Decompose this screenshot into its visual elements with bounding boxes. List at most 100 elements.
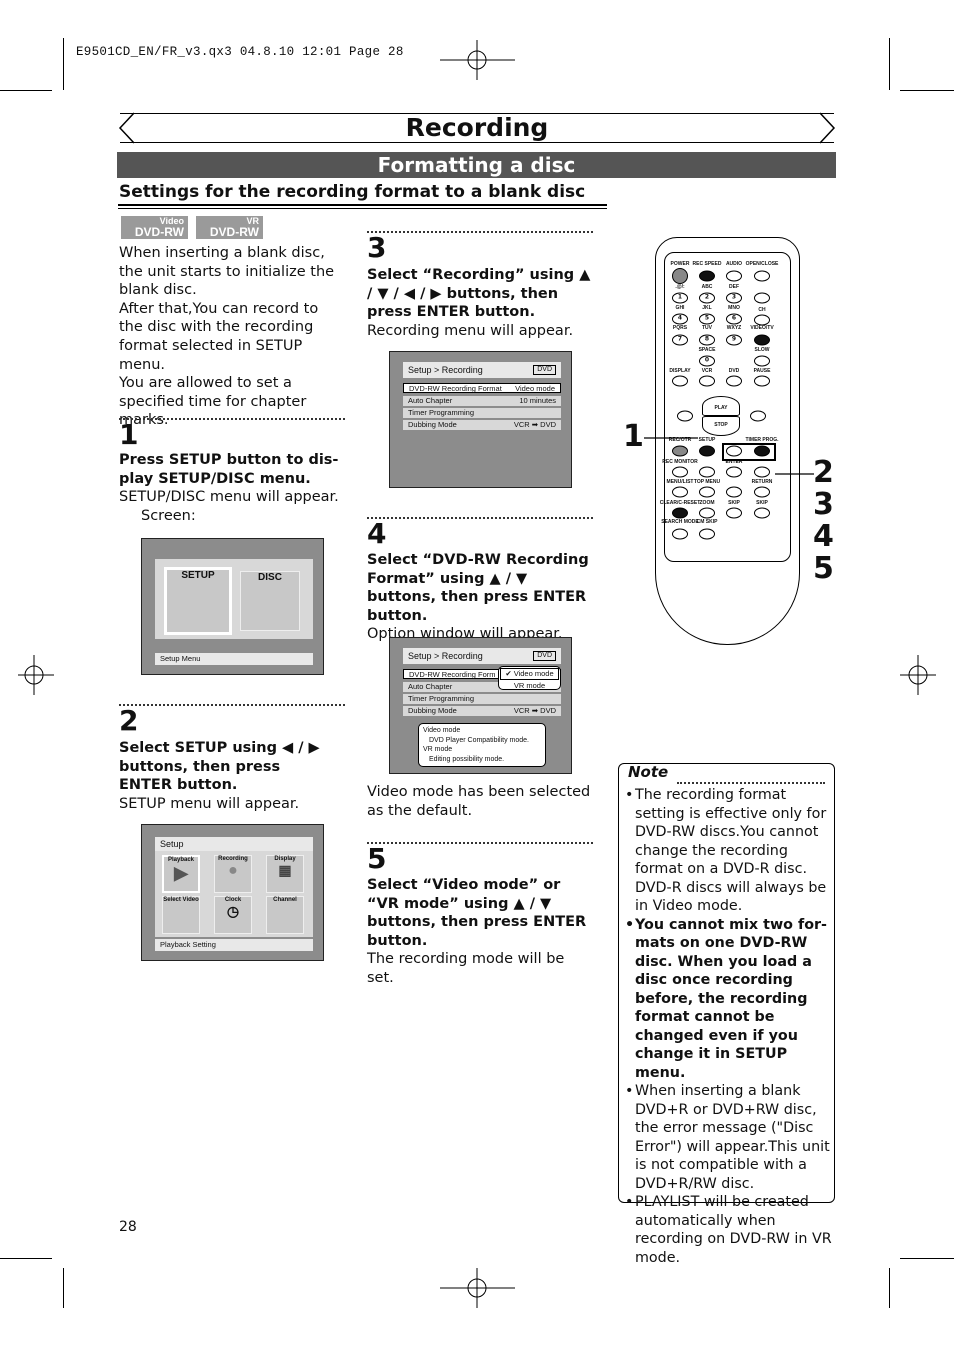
step-number: 1 [119, 418, 139, 451]
playback-tile: Playback ▶ [162, 855, 200, 893]
remote-key-button[interactable]: 5 [699, 313, 715, 325]
display-button[interactable] [672, 375, 688, 387]
registration-mark [440, 1268, 515, 1308]
help-box: Video mode DVD Player Compatibility mode.… [418, 723, 546, 767]
remote-label: ABC [701, 284, 713, 290]
remote-label: CM SKIP [696, 519, 718, 525]
dvd-rw-video-logo: Video DVD-RW [121, 216, 188, 239]
remote-key-button[interactable]: 1 [672, 292, 688, 304]
video-tv-button[interactable] [754, 334, 770, 346]
crop-mark [900, 1258, 954, 1259]
step-1: Press SETUP button to dis-play SETUP/DIS… [119, 452, 339, 524]
fast-forward-button[interactable] [750, 410, 766, 422]
remote-key-button[interactable]: 6 [726, 313, 742, 325]
recording-menu-screen: Setup > Recording DVD DVD-RW Recording Fo… [389, 351, 572, 488]
menu-row-format[interactable]: DVD-RW Recording Format Video mode [403, 383, 561, 393]
divider [367, 231, 593, 233]
callout-5: 5 [813, 551, 834, 586]
step-number: 4 [367, 517, 387, 550]
default-note: Video mode has been selected as the defa… [367, 784, 591, 819]
remote-label: AUDIO [725, 261, 743, 267]
slow-button[interactable] [754, 355, 770, 367]
remote-label: SPACE [698, 347, 716, 353]
option-window-screen: Setup > Recording DVD DVD-RW Recording Fo… [389, 637, 572, 774]
audio-button[interactable] [726, 270, 742, 282]
section-title: Formatting a disc [117, 152, 836, 178]
menu-row-auto-chapter[interactable]: Auto Chapter 10 minutes [403, 396, 561, 406]
vcr-button[interactable] [699, 375, 715, 387]
open-close-button[interactable] [754, 270, 770, 282]
clear-button[interactable] [672, 507, 688, 519]
remote-label: PAUSE [753, 368, 771, 374]
crop-mark [0, 1258, 52, 1259]
rec-speed-button[interactable] [699, 270, 715, 282]
callout-2: 2 [813, 455, 834, 490]
menu-list-button[interactable] [672, 486, 688, 498]
step-3: Select “Recording” using ▲ / ▼ / ◀ / ▶ b… [367, 267, 591, 339]
ch-down-button[interactable] [754, 314, 770, 326]
setup-disc-screen: SETUP DISC Setup Menu [141, 538, 324, 675]
remote-label: MNO [728, 305, 740, 311]
divider [119, 704, 345, 706]
crop-mark [889, 1268, 890, 1308]
callout-lines [644, 437, 814, 475]
callout-1: 1 [623, 419, 644, 454]
remote-label: ZOOM [699, 500, 715, 506]
cm-skip-button[interactable] [699, 528, 715, 540]
top-menu-button[interactable] [699, 486, 715, 498]
remote-key-button[interactable]: 2 [699, 292, 715, 304]
note-item: You cannot mix two for-mats on one DVD-R… [619, 916, 833, 1083]
registration-mark [440, 40, 515, 80]
remote-key-button[interactable]: 0 [699, 355, 715, 367]
option-popup: ✔ Video mode VR mode [498, 666, 561, 690]
remote-key-button[interactable]: 7 [672, 334, 688, 346]
screen-footer: Setup Menu [155, 653, 313, 665]
zoom-button[interactable] [699, 507, 715, 519]
step-5: Select “Video mode” or “VR mode” using ▲… [367, 877, 587, 986]
divider [677, 782, 825, 784]
crop-mark [63, 38, 64, 90]
ch-up-button[interactable] [754, 292, 770, 304]
remote-label: SKIP [756, 500, 768, 506]
remote-label: PQRS [672, 325, 688, 331]
disc-tile: DISC [240, 571, 300, 631]
remote-label: SLOW [754, 347, 770, 353]
callout-3: 3 [813, 487, 834, 522]
return-button[interactable] [754, 486, 770, 498]
step-number: 3 [367, 231, 387, 264]
remote-label: JKL [702, 305, 712, 311]
remote-key-button[interactable]: 3 [726, 292, 742, 304]
note-box: Note The recording format setting is eff… [618, 763, 835, 1266]
option-vr-mode[interactable]: VR mode [499, 681, 560, 691]
search-mode-button[interactable] [672, 528, 688, 540]
dvd-rw-vr-logo: VR DVD-RW [196, 216, 263, 239]
option-video-mode[interactable]: ✔ Video mode [500, 668, 559, 680]
remote-label: SEARCH MODE [661, 519, 699, 525]
recording-tile: Recording ● [214, 855, 252, 893]
menu-row-dubbing[interactable]: Dubbing Mode VCR ➡ DVD [403, 420, 561, 430]
step-4: Select “DVD-RW Recording Format” using ▲… [367, 552, 589, 643]
remote-label: PLAY [714, 405, 728, 411]
remote-key-button[interactable]: 4 [672, 313, 688, 325]
rewind-button[interactable] [677, 410, 693, 422]
menu-row-timer[interactable]: Timer Programming [403, 408, 561, 418]
remote-label: GHI [675, 305, 685, 311]
step-number: 2 [119, 704, 139, 737]
pause-button[interactable] [754, 375, 770, 387]
remote-label: TUV [702, 325, 712, 331]
skip-back-button[interactable] [726, 507, 742, 519]
skip-forward-button[interactable] [754, 507, 770, 519]
remote-label: REC SPEED [692, 261, 722, 267]
power-button[interactable] [672, 268, 688, 284]
crop-mark [63, 1268, 64, 1308]
remote-label: SKIP [728, 500, 740, 506]
setup-tile: SETUP [164, 567, 232, 635]
down-button[interactable] [726, 486, 742, 498]
remote-label: OPEN/CLOSE [745, 261, 779, 267]
dvd-button[interactable] [726, 375, 742, 387]
remote-label: WXYZ [726, 325, 742, 331]
note-item: The recording format setting is effectiv… [619, 786, 833, 916]
remote-key-button[interactable]: 8 [699, 334, 715, 346]
callout-4: 4 [813, 519, 834, 554]
remote-key-button[interactable]: 9 [726, 334, 742, 346]
